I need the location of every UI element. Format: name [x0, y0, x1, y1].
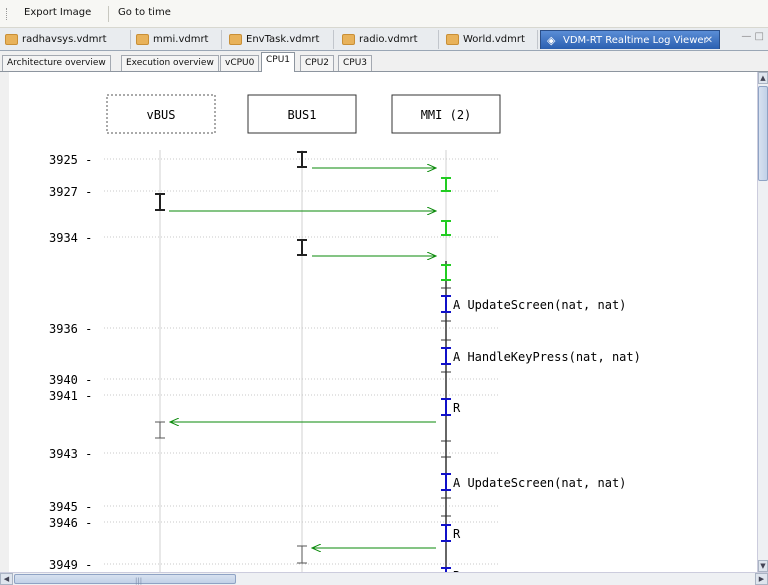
tab-realtime-log-viewer[interactable]: ◈ VDM-RT Realtime Log Viewer ✕	[540, 30, 720, 49]
time-label: 3936 -	[49, 322, 92, 336]
export-image-button[interactable]: Export Image	[24, 7, 91, 18]
lane-label-vbus: vBUS	[147, 108, 176, 122]
left-margin	[0, 72, 9, 572]
log-viewer-icon: ◈	[547, 34, 556, 47]
time-label: 3949 -	[49, 558, 92, 572]
op-bar	[441, 398, 451, 416]
vdm-file-icon	[136, 34, 149, 45]
activity-marker	[297, 545, 307, 564]
op-bar	[441, 295, 451, 313]
activity-marker	[155, 193, 165, 211]
toolbar: Export Image Go to time	[0, 0, 768, 28]
tab-vcpu0[interactable]: vCPU0	[220, 55, 260, 71]
time-row: 3934 -	[49, 231, 499, 245]
tab-cpu1[interactable]: CPU1	[261, 52, 296, 72]
vdm-file-icon	[5, 34, 18, 45]
time-row: 3925 -	[49, 153, 499, 167]
op-bar	[441, 473, 451, 491]
toolbar-grip	[6, 8, 9, 20]
scroll-down-icon[interactable]: ▼	[758, 560, 768, 572]
time-row: 3945 -	[49, 500, 499, 514]
horizontal-scrollbar[interactable]: ◀ ||| ▶	[0, 572, 768, 585]
time-row: 3936 -	[49, 322, 499, 336]
tab-label: mmi.vdmrt	[153, 34, 209, 45]
op-bar	[441, 347, 451, 365]
tab-world[interactable]: World.vdmrt	[441, 30, 538, 49]
time-label: 3946 -	[49, 516, 92, 530]
minimize-icon[interactable]: — □	[741, 31, 764, 42]
editor-tab-bar: radhavsys.vdmrt mmi.vdmrt EnvTask.vdmrt …	[0, 28, 768, 51]
sequence-diagram: vBUS BUS1 MMI (2) 3925 - 3927 - 3934 - 3…	[49, 94, 641, 572]
activity-marker	[297, 239, 307, 256]
tab-envtask[interactable]: EnvTask.vdmrt	[224, 30, 334, 49]
event-label: A UpdateScreen(nat, nat)	[453, 476, 626, 490]
time-row: 3927 -	[49, 185, 499, 199]
tab-label: radio.vdmrt	[359, 34, 418, 45]
time-label: 3940 -	[49, 373, 92, 387]
scroll-thumb[interactable]	[758, 86, 768, 181]
go-to-time-button[interactable]: Go to time	[118, 7, 171, 18]
vdm-file-icon	[342, 34, 355, 45]
tab-label: radhavsys.vdmrt	[22, 34, 107, 45]
time-row: 3946 -	[49, 516, 499, 530]
close-icon[interactable]: ✕	[705, 31, 713, 50]
active-bar	[441, 177, 451, 192]
vertical-scrollbar[interactable]: ▲ ▼	[757, 72, 768, 572]
time-label: 3925 -	[49, 153, 92, 167]
active-bar	[441, 220, 451, 236]
time-label: 3943 -	[49, 447, 92, 461]
tab-architecture-overview[interactable]: Architecture overview	[2, 55, 111, 71]
toolbar-separator	[108, 6, 109, 22]
tab-mmi[interactable]: mmi.vdmrt	[131, 30, 222, 49]
time-row: 3940 -	[49, 373, 499, 387]
vdm-file-icon	[229, 34, 242, 45]
tab-label: VDM-RT Realtime Log Viewer	[563, 35, 708, 46]
scroll-thumb[interactable]: |||	[14, 574, 236, 585]
tab-radhavsys[interactable]: radhavsys.vdmrt	[0, 30, 131, 49]
tab-label: EnvTask.vdmrt	[246, 34, 320, 45]
tab-cpu3[interactable]: CPU3	[338, 55, 373, 71]
activity-marker	[155, 421, 165, 439]
event-label: A HandleKeyPress(nat, nat)	[453, 350, 641, 364]
time-label: 3934 -	[49, 231, 92, 245]
tab-execution-overview[interactable]: Execution overview	[121, 55, 219, 71]
view-tab-bar: Architecture overview Execution overview…	[0, 51, 768, 72]
event-label: R	[453, 527, 461, 541]
scroll-left-icon[interactable]: ◀	[0, 573, 13, 585]
time-label: 3945 -	[49, 500, 92, 514]
time-label: 3927 -	[49, 185, 92, 199]
lane-label-bus1: BUS1	[288, 108, 317, 122]
grip-icon: |||	[135, 577, 143, 585]
scroll-right-icon[interactable]: ▶	[755, 573, 768, 585]
op-bar	[441, 524, 451, 542]
scroll-up-icon[interactable]: ▲	[758, 72, 768, 84]
time-label: 3941 -	[49, 389, 92, 403]
lane-label-mmi: MMI (2)	[421, 108, 472, 122]
event-label: R	[453, 401, 461, 415]
event-label: A UpdateScreen(nat, nat)	[453, 298, 626, 312]
log-canvas[interactable]: vBUS BUS1 MMI (2) 3925 - 3927 - 3934 - 3…	[9, 72, 757, 572]
tab-radio[interactable]: radio.vdmrt	[337, 30, 439, 49]
time-row: 3949 -	[49, 558, 499, 572]
vdm-file-icon	[446, 34, 459, 45]
tab-label: World.vdmrt	[463, 34, 525, 45]
time-row: 3943 -	[49, 447, 499, 461]
tab-cpu2[interactable]: CPU2	[300, 55, 335, 71]
time-row: 3941 -	[49, 389, 499, 403]
active-bar	[441, 264, 451, 281]
